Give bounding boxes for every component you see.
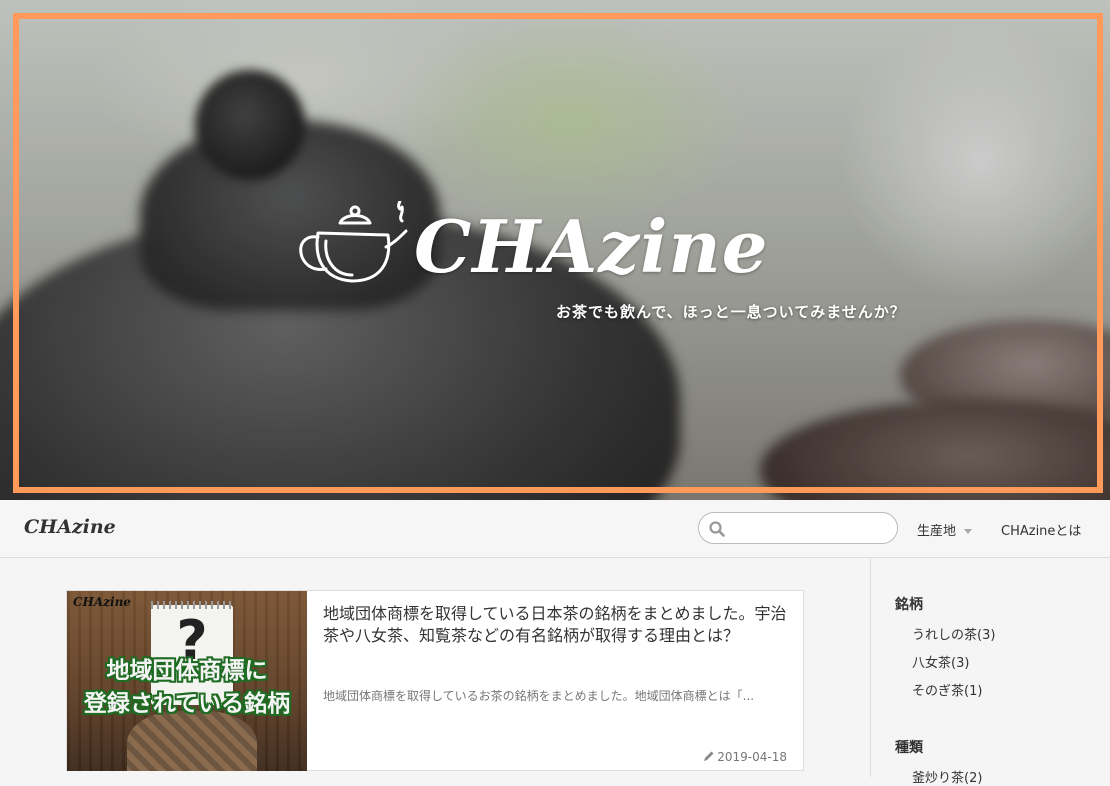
sidebar-heading-brands: 銘柄 xyxy=(895,597,923,613)
thumbnail-caption-line: 登録されている銘柄 xyxy=(83,691,291,717)
thumbnail-paper-rings xyxy=(151,601,233,609)
post-excerpt: 地域団体商標を取得しているお茶の銘柄をまとめました。地域団体商標とは「... xyxy=(323,689,755,703)
teapot-icon xyxy=(296,201,408,291)
post-thumbnail[interactable]: ? CHAzine 地域団体商標に 登録されている銘柄 xyxy=(67,591,307,771)
pencil-icon xyxy=(704,751,714,761)
nav-item-label: 生産地 xyxy=(917,524,957,539)
sidebar-heading-types: 種類 xyxy=(895,740,923,756)
sidebar-link-yame[interactable]: 八女茶(3) xyxy=(912,652,969,671)
post-card[interactable]: ? CHAzine 地域団体商標に 登録されている銘柄 地域団体商標を取得してい… xyxy=(66,590,804,771)
top-navbar: CHAzine 生産地 CHAzineとは xyxy=(0,500,1110,558)
post-date-text: 2019-04-18 xyxy=(717,750,787,764)
search-icon[interactable] xyxy=(709,521,725,537)
nav-item-label: CHAzineとは xyxy=(1001,524,1082,539)
thumbnail-caption-line: 地域団体商標に xyxy=(106,658,268,684)
thumbnail-brand: CHAzine xyxy=(73,595,131,609)
hero-banner: CHAzine お茶でも飲んで、ほっと一息ついてみませんか？ xyxy=(0,0,1110,500)
chevron-down-icon xyxy=(964,529,973,534)
nav-item-region[interactable]: 生産地 xyxy=(917,520,973,539)
nav-item-about[interactable]: CHAzineとは xyxy=(1001,520,1081,539)
site-brand-link[interactable]: CHAzine xyxy=(24,516,116,538)
search-input[interactable] xyxy=(731,517,893,541)
post-title[interactable]: 地域団体商標を取得している日本茶の銘柄をまとめました。宇治茶や八女茶、知覧茶など… xyxy=(323,603,793,647)
hero-logo[interactable]: CHAzine xyxy=(296,196,769,296)
hero-tagline: お茶でも飲んで、ほっと一息ついてみませんか？ xyxy=(556,303,906,321)
post-date: 2019-04-18 xyxy=(703,750,787,764)
thumbnail-person xyxy=(127,711,257,771)
hero-logo-text: CHAzine xyxy=(414,203,769,289)
sidebar-link-ureshino[interactable]: うれしの茶(3) xyxy=(912,624,995,643)
sidebar-divider xyxy=(870,558,871,777)
sidebar-link-sonogi[interactable]: そのぎ茶(1) xyxy=(912,680,982,699)
search-box[interactable] xyxy=(698,512,898,544)
